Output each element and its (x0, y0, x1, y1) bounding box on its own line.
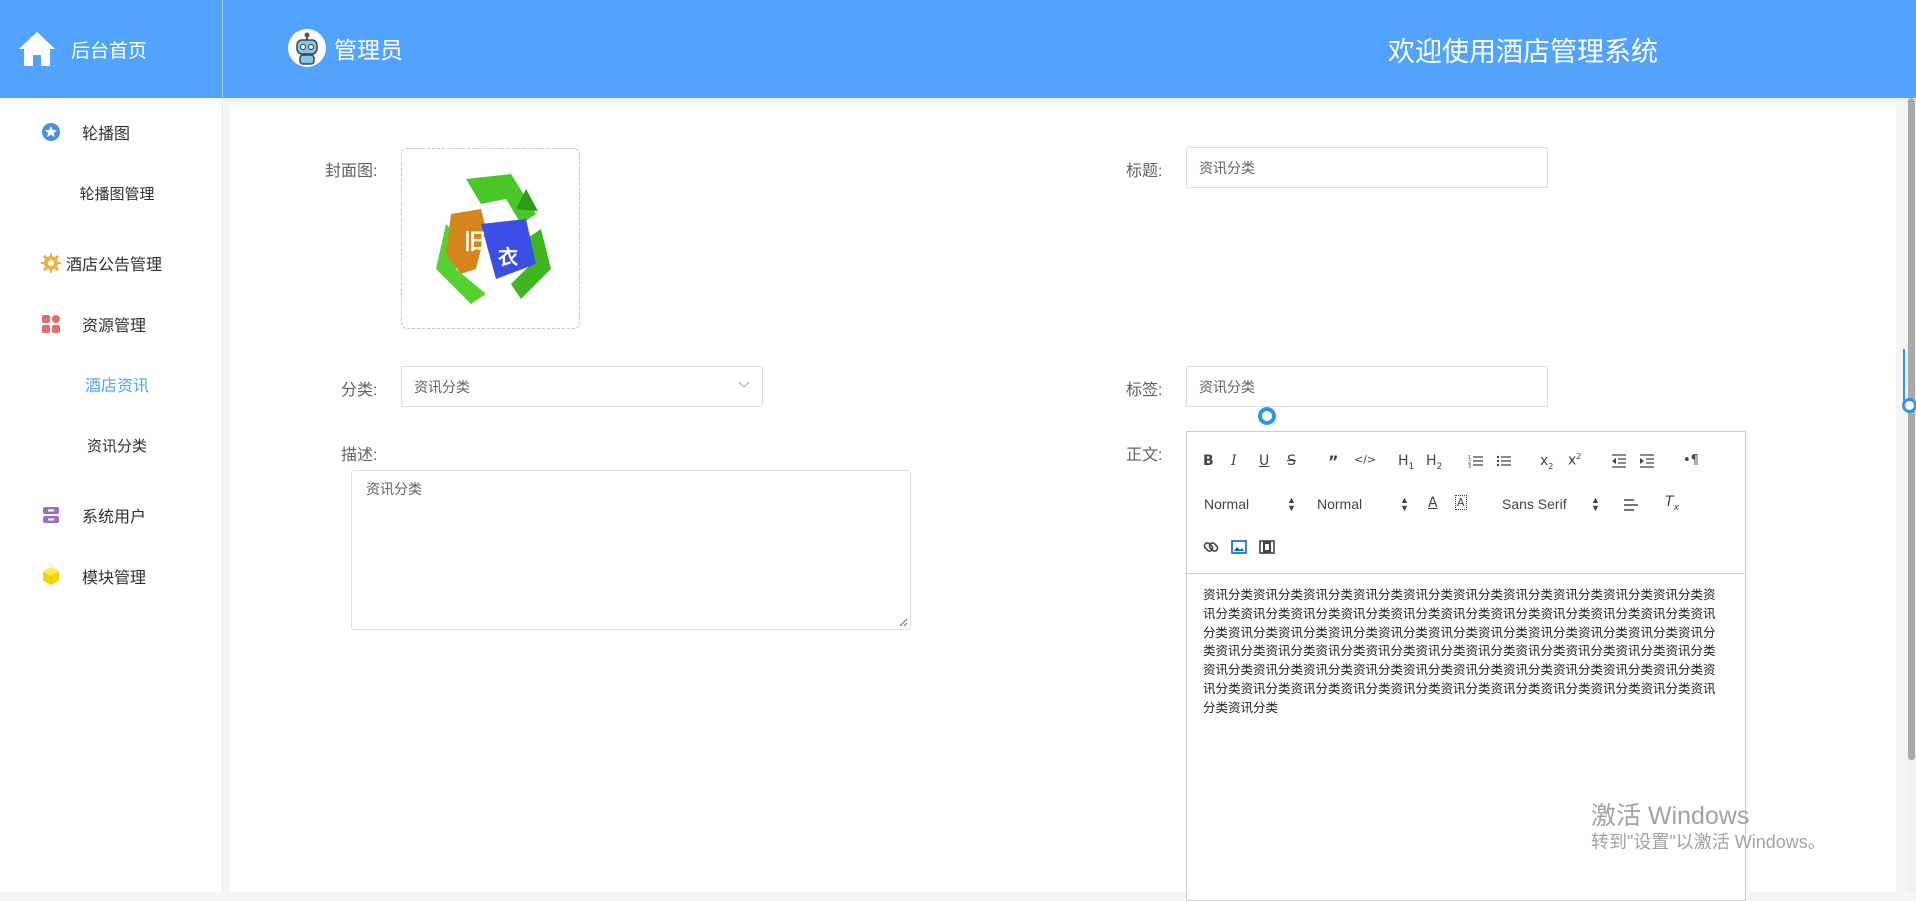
tag-input[interactable]: 资讯分类 (1186, 366, 1548, 407)
cover-text-2: 衣 (498, 245, 518, 269)
chevron-down-icon (738, 381, 750, 389)
page-scrollbar[interactable] (1907, 98, 1916, 892)
video-icon[interactable] (1259, 540, 1275, 554)
sidebar-item-carousel[interactable]: 轮播图 (0, 112, 222, 152)
archive-icon (43, 507, 59, 523)
superscript-icon[interactable]: x2 (1568, 452, 1581, 469)
category-label: 分类: (341, 382, 378, 399)
select-caret-icon: ▲ ▼ (1591, 495, 1600, 513)
color-icon[interactable]: A (1428, 495, 1438, 511)
scroll-indicator (1902, 398, 1916, 413)
sidebar: 轮播图 轮播图管理 酒店公告管理 资源管理 酒店资讯 资讯分类 系统用户 模块管… (0, 98, 223, 892)
avatar (288, 29, 326, 67)
select-caret-icon: ▲ ▼ (1400, 495, 1409, 513)
clean-icon[interactable]: Tx (1665, 494, 1679, 513)
admin-name: 管理员 (334, 37, 403, 63)
code-block-icon[interactable]: </> (1354, 453, 1376, 466)
home-icon (19, 32, 55, 66)
sidebar-item-hotel-news[interactable]: 酒店资讯 (0, 367, 228, 407)
star-icon (42, 123, 60, 141)
robot-avatar-icon (296, 32, 318, 65)
strike-icon[interactable]: S (1287, 453, 1296, 469)
welcome-title: 欢迎使用酒店管理系统 (1388, 37, 1658, 67)
top-header: 后台首页 管理员 欢迎使用酒店管理系统 (0, 0, 1916, 98)
subscript-icon[interactable]: x2 (1540, 453, 1553, 471)
ordered-list-icon[interactable]: 123 (1468, 454, 1484, 468)
body-label: 正文: (1126, 447, 1163, 464)
size-select-value: Normal (1317, 496, 1363, 512)
link-icon[interactable] (1203, 539, 1219, 555)
font-select-value: Sans Serif (1502, 496, 1567, 512)
description-value: 资讯分类 (366, 481, 422, 497)
cover-image: 旧 衣 (435, 173, 551, 304)
rtl-icon[interactable]: •¶ (1683, 453, 1699, 468)
size-select[interactable]: Normal ▲ ▼ (1317, 495, 1409, 513)
h2-icon[interactable]: H2 (1426, 453, 1442, 472)
description-textarea[interactable]: 资讯分类 (351, 470, 911, 630)
align-icon[interactable] (1623, 498, 1639, 512)
sidebar-item-label: 轮播图 (82, 126, 131, 143)
cover-label: 封面图: (325, 163, 378, 180)
home-label: 后台首页 (71, 40, 148, 62)
sidebar-item-resources[interactable]: 资源管理 (0, 304, 222, 344)
sidebar-item-label: 系统用户 (82, 509, 147, 526)
image-icon[interactable] (1231, 540, 1247, 554)
editor-content[interactable]: 资讯分类资讯分类资讯分类资讯分类资讯分类资讯分类资讯分类资讯分类资讯分类资讯分类… (1203, 586, 1727, 718)
sidebar-item-label: 资源管理 (82, 318, 147, 335)
outdent-icon[interactable] (1611, 454, 1627, 468)
bold-icon[interactable]: B (1203, 453, 1214, 469)
gear-icon (41, 253, 61, 273)
sidebar-item-label: 模块管理 (82, 570, 147, 587)
cube-icon (43, 567, 59, 585)
editor-toolbar: B I U S ” </> H1 H2 123 x2 x2 •¶ Normal … (1187, 432, 1745, 574)
tag-label: 标签: (1126, 382, 1163, 399)
underline-icon[interactable]: U (1259, 453, 1269, 469)
cursor-indicator (1258, 407, 1276, 425)
indent-icon[interactable] (1639, 454, 1655, 468)
select-caret-icon: ▲ ▼ (1287, 495, 1296, 513)
category-value: 资讯分类 (414, 378, 470, 395)
resize-grip-icon[interactable] (898, 617, 908, 627)
blockquote-icon[interactable]: ” (1328, 452, 1339, 471)
sidebar-item-label: 酒店公告管理 (66, 257, 163, 274)
sidebar-item-modules[interactable]: 模块管理 (0, 556, 222, 596)
grid-icon (42, 315, 60, 333)
bullet-list-icon[interactable] (1496, 454, 1512, 468)
sidebar-item-carousel-manage[interactable]: 轮播图管理 (0, 175, 228, 215)
italic-icon[interactable]: I (1231, 453, 1237, 469)
scrollbar-thumb[interactable] (1908, 98, 1915, 760)
category-select[interactable]: 资讯分类 (401, 366, 763, 407)
cover-upload[interactable]: 旧 衣 (401, 148, 580, 329)
background-icon[interactable]: A (1455, 495, 1467, 510)
sidebar-item-news-category[interactable]: 资讯分类 (0, 427, 228, 467)
title-label: 标题: (1126, 163, 1163, 180)
header-select[interactable]: Normal ▲ ▼ (1204, 495, 1296, 513)
font-select[interactable]: Sans Serif ▲ ▼ (1502, 495, 1600, 513)
home-link[interactable]: 后台首页 (0, 0, 223, 98)
sidebar-item-announcement[interactable]: 酒店公告管理 (0, 243, 222, 283)
windows-activation-hint: 转到"设置"以激活 Windows。 (1591, 832, 1826, 852)
admin-profile[interactable]: 管理员 (288, 26, 403, 70)
header-select-value: Normal (1204, 496, 1250, 512)
title-input[interactable]: 资讯分类 (1186, 147, 1548, 188)
svg-text:3: 3 (1468, 464, 1471, 468)
cover-text-1: 旧 (464, 229, 486, 254)
windows-activation-title: 激活 Windows (1591, 802, 1750, 830)
desc-label: 描述: (341, 447, 378, 464)
sidebar-item-system-users[interactable]: 系统用户 (0, 495, 222, 535)
h1-icon[interactable]: H1 (1398, 453, 1414, 472)
